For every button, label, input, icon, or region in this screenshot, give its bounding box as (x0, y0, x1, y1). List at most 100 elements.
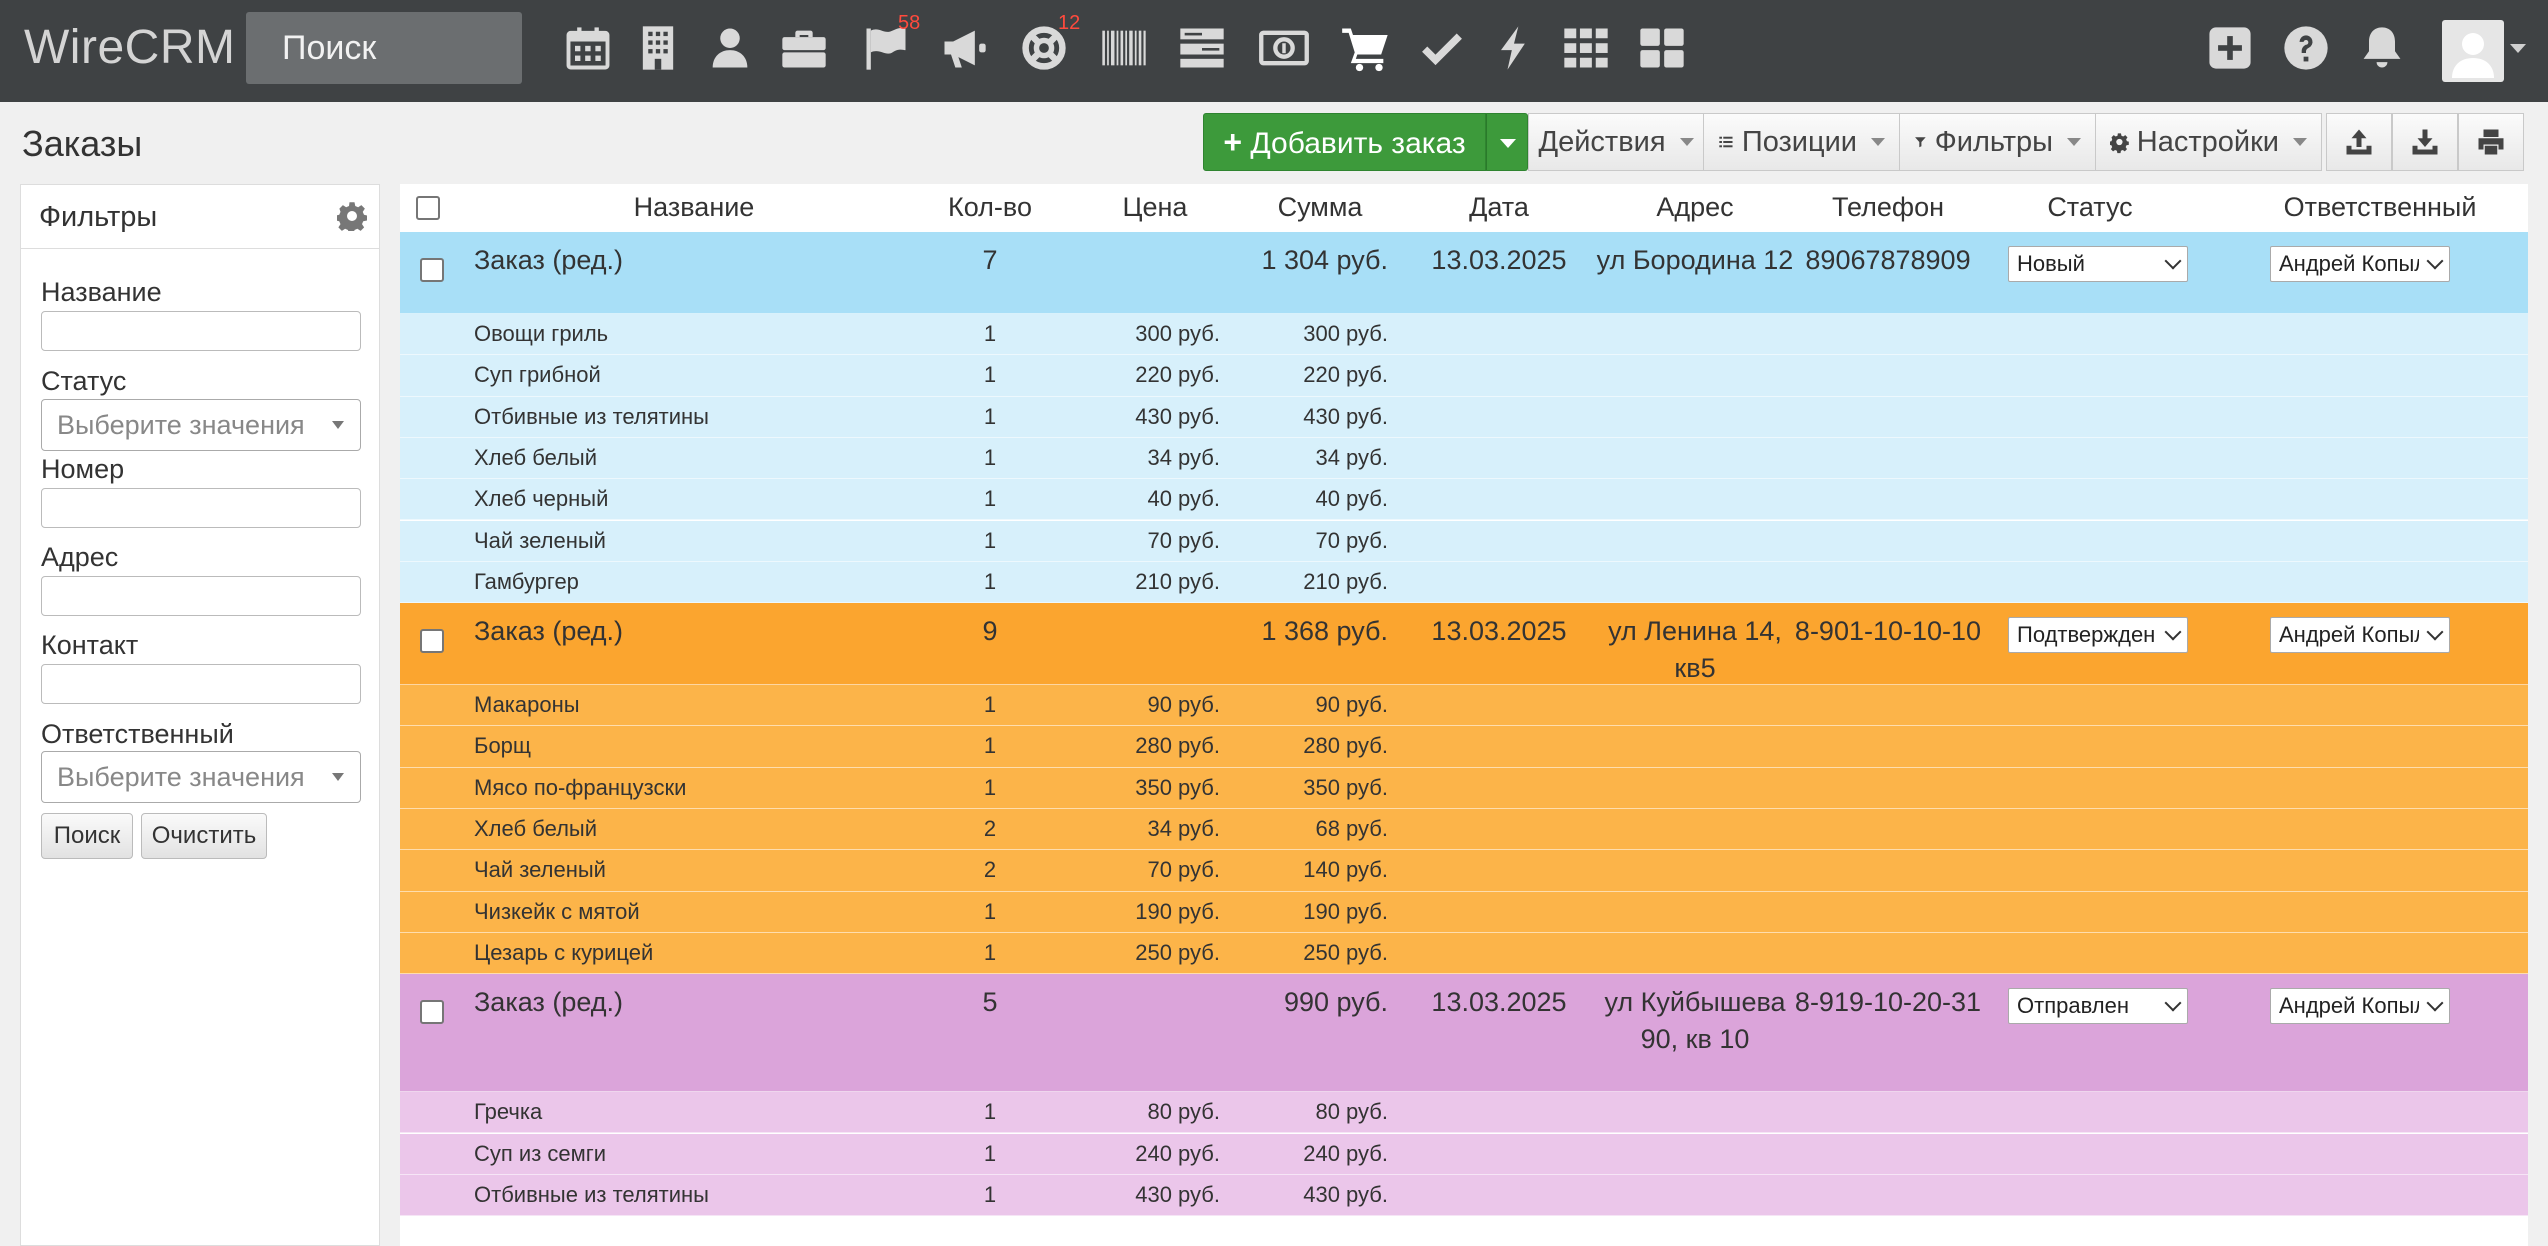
download-icon (2412, 129, 2438, 155)
order-status-select[interactable]: Подтвержден (2008, 617, 2188, 654)
item-name: Суп грибной (474, 362, 601, 388)
print-button[interactable] (2458, 113, 2524, 171)
money-icon[interactable] (1258, 22, 1310, 74)
order-name-link[interactable]: Заказ (ред.) (474, 984, 623, 1021)
order-item-row: Гамбургер 1 210 руб. 210 руб. (400, 561, 2528, 604)
filters-button[interactable]: Фильтры (1900, 113, 2096, 171)
order-item-row: Суп из семги 1 240 руб. 240 руб. (400, 1133, 2528, 1175)
item-price: 70 руб. (1147, 857, 1220, 883)
select-all-checkbox[interactable] (416, 196, 440, 220)
megaphone-icon[interactable] (938, 22, 990, 74)
check-icon[interactable] (1416, 22, 1468, 74)
briefcase-icon[interactable] (778, 22, 830, 74)
export-button[interactable] (2326, 113, 2392, 171)
order-status-select[interactable]: Отправлен (2008, 988, 2188, 1025)
bolt-icon[interactable] (1488, 22, 1540, 74)
column-header-responsible[interactable]: Ответственный (2240, 184, 2520, 232)
order-name-link[interactable]: Заказ (ред.) (474, 613, 623, 650)
flag-badge: 58 (898, 12, 921, 34)
settings-button[interactable]: Настройки (2096, 113, 2322, 171)
order-checkbox[interactable] (420, 629, 444, 654)
filter-address-input[interactable] (41, 576, 361, 616)
add-order-button[interactable]: + Добавить заказ (1203, 113, 1486, 171)
order-status-value: Отправлен (2017, 993, 2129, 1019)
item-price: 300 руб. (1135, 321, 1220, 346)
bell-icon[interactable] (2356, 22, 2408, 74)
avatar-caret-icon[interactable] (2510, 44, 2526, 53)
filter-number-input[interactable] (41, 488, 361, 528)
order-status-select[interactable]: Новый (2008, 246, 2188, 282)
chevron-down-icon (2426, 252, 2444, 270)
dashboard-icon[interactable] (1636, 22, 1688, 74)
order-item-row: Хлеб черный 1 40 руб. 40 руб. (400, 479, 2528, 521)
order-responsible-select[interactable]: Андрей Копылов (2270, 246, 2450, 282)
filter-responsible-select[interactable]: Выберите значения (41, 751, 361, 803)
server-icon[interactable] (1176, 22, 1228, 74)
item-name: Борщ (474, 733, 532, 759)
item-sum: 210 руб. (1303, 568, 1388, 594)
item-sum: 140 руб. (1303, 857, 1388, 883)
column-header-date[interactable]: Дата (1400, 184, 1598, 232)
page-title: Заказы (22, 123, 143, 164)
building-icon[interactable] (632, 22, 684, 74)
filter-number-label: Номер (41, 454, 125, 484)
item-name: Мясо по-французски (474, 774, 687, 800)
order-item-row: Чай зеленый 2 70 руб. 140 руб. (400, 850, 2528, 892)
help-icon[interactable] (2280, 22, 2332, 74)
filter-contact-input[interactable] (41, 664, 361, 704)
user-icon[interactable] (704, 22, 756, 74)
brand-logo[interactable]: WireCRM (24, 18, 235, 78)
item-name: Чай зеленый (474, 857, 606, 883)
order-item-row: Цезарь с курицей 1 250 руб. 250 руб. (400, 932, 2528, 975)
order-sum: 1 368 руб. (1261, 616, 1388, 647)
item-sum: 280 руб. (1303, 733, 1388, 759)
column-header-address[interactable]: Адрес (1595, 184, 1795, 232)
order-status-value: Подтвержден (2017, 622, 2156, 648)
item-sum: 190 руб. (1303, 898, 1388, 924)
filter-icon (1915, 137, 1926, 148)
user-avatar[interactable] (2442, 20, 2504, 82)
order-address: ул Бородина 12 (1596, 245, 1794, 275)
order-checkbox[interactable] (420, 258, 444, 282)
global-search-input[interactable]: Поиск (246, 12, 522, 84)
order-row[interactable]: Заказ (ред.) 9 1 368 руб. 13.03.2025 ул Лени… (400, 603, 2528, 686)
column-header-name[interactable]: Название (474, 184, 914, 232)
positions-button[interactable]: Позиции (1704, 113, 1900, 171)
plus-icon[interactable] (2204, 22, 2256, 74)
column-header-phone[interactable]: Телефон (1790, 184, 1986, 232)
order-name-link[interactable]: Заказ (ред.) (474, 242, 623, 279)
order-responsible-select[interactable]: Андрей Копылов (2270, 617, 2450, 654)
item-name: Гамбургер (474, 568, 579, 594)
order-row[interactable]: Заказ (ред.) 7 1 304 руб. 13.03.2025 ул Боро… (400, 232, 2528, 314)
item-name: Хлеб белый (474, 444, 598, 470)
actions-button[interactable]: Действия (1528, 113, 1704, 171)
order-responsible-value: Андрей Копылов (2279, 622, 2419, 648)
item-price: 70 руб. (1147, 527, 1220, 553)
grid-icon[interactable] (1560, 22, 1612, 74)
item-sum: 90 руб. (1315, 692, 1388, 718)
order-item-row: Отбивные из телятины 1 430 руб. 430 руб. (400, 396, 2528, 438)
item-price: 34 руб. (1147, 816, 1220, 841)
item-sum: 68 руб. (1315, 816, 1388, 841)
item-price: 250 руб. (1135, 939, 1220, 965)
add-order-dropdown-button[interactable] (1486, 113, 1528, 171)
column-header-status[interactable]: Статус (1990, 184, 2190, 232)
filter-clear-button[interactable]: Очистить (141, 813, 267, 859)
filter-name-input[interactable] (41, 311, 361, 351)
order-row[interactable]: Заказ (ред.) 5 990 руб. 13.03.2025 ул Куйбыш… (400, 974, 2528, 1093)
cart-icon[interactable] (1340, 22, 1392, 74)
import-button[interactable] (2392, 113, 2458, 171)
column-header-qty[interactable]: Кол-во (945, 184, 1035, 232)
column-header-sum[interactable]: Сумма (1245, 184, 1395, 232)
calendar-icon[interactable] (562, 22, 614, 74)
filter-status-select[interactable]: Выберите значения (41, 399, 361, 451)
column-header-price[interactable]: Цена (1080, 184, 1230, 232)
barcode-icon[interactable] (1098, 22, 1150, 74)
filter-search-button[interactable]: Поиск (41, 813, 133, 859)
order-qty: 5 (982, 987, 998, 1018)
order-responsible-select[interactable]: Андрей Копылов (2270, 988, 2450, 1025)
item-sum: 240 руб. (1303, 1140, 1388, 1166)
order-checkbox[interactable] (420, 1000, 444, 1025)
top-navbar: WireCRM Поиск 58 12 (0, 0, 2548, 102)
gear-icon[interactable] (337, 201, 367, 231)
